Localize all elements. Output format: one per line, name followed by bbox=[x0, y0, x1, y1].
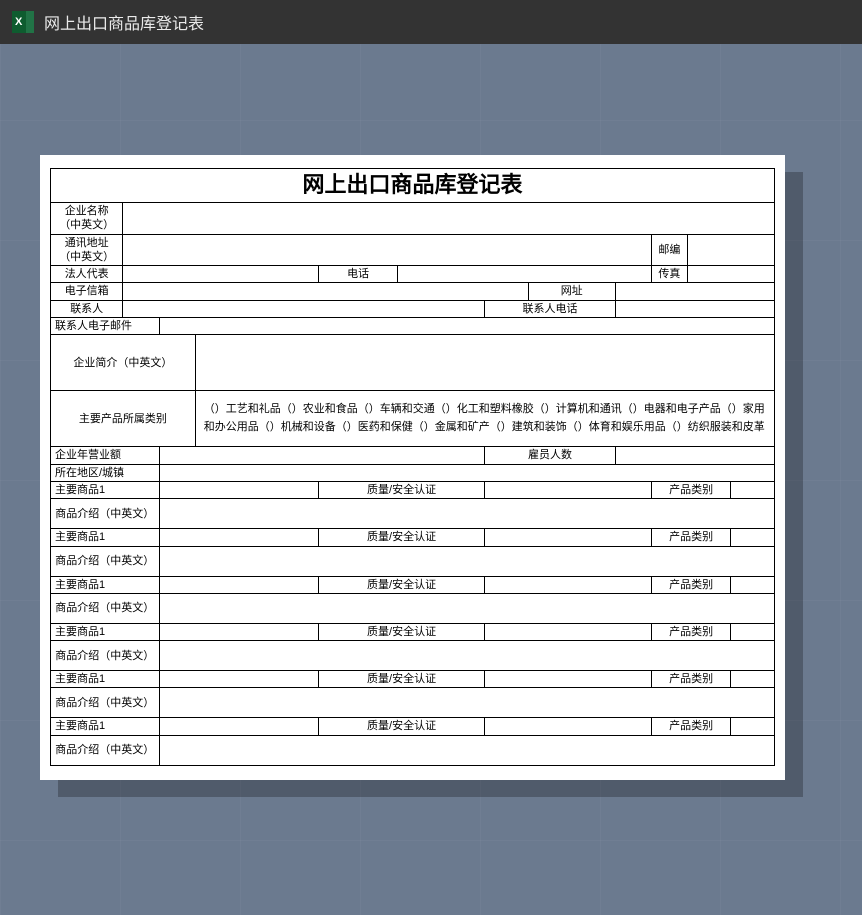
label-contact-phone: 联系人电话 bbox=[485, 300, 615, 317]
field-fax bbox=[688, 266, 775, 283]
label-prod-category-1: 产品类别 bbox=[651, 481, 731, 498]
label-main-product-3: 主要商品1 bbox=[51, 576, 160, 593]
label-product-intro-3: 商品介绍（中英文） bbox=[51, 593, 160, 623]
field-quality-cert-5 bbox=[485, 671, 652, 688]
field-main-product-6 bbox=[159, 718, 318, 735]
label-postcode: 邮编 bbox=[651, 234, 687, 266]
field-quality-cert-1 bbox=[485, 481, 652, 498]
label-product-intro-5: 商品介绍（中英文） bbox=[51, 688, 160, 718]
label-region: 所在地区/城镇 bbox=[51, 464, 160, 481]
label-phone: 电话 bbox=[318, 266, 398, 283]
label-quality-cert-4: 质量/安全认证 bbox=[318, 623, 485, 640]
field-product-intro-3 bbox=[159, 593, 774, 623]
label-main-product-5: 主要商品1 bbox=[51, 671, 160, 688]
label-contact-email: 联系人电子邮件 bbox=[51, 318, 160, 335]
label-fax: 传真 bbox=[651, 266, 687, 283]
field-prod-category-6 bbox=[731, 718, 775, 735]
label-quality-cert-5: 质量/安全认证 bbox=[318, 671, 485, 688]
label-prod-category-3: 产品类别 bbox=[651, 576, 731, 593]
field-contact bbox=[123, 300, 485, 317]
field-product-intro-4 bbox=[159, 641, 774, 671]
label-product-intro-4: 商品介绍（中英文） bbox=[51, 641, 160, 671]
field-website bbox=[615, 283, 774, 300]
field-quality-cert-3 bbox=[485, 576, 652, 593]
label-website: 网址 bbox=[528, 283, 615, 300]
label-company-profile: 企业简介（中英文） bbox=[51, 335, 196, 391]
label-prod-category-4: 产品类别 bbox=[651, 623, 731, 640]
field-quality-cert-6 bbox=[485, 718, 652, 735]
label-company-name: 企业名称（中英文） bbox=[51, 203, 123, 235]
field-product-category: （）工艺和礼品（）农业和食品（）车辆和交通（）化工和塑料橡胶（）计算机和通讯（）… bbox=[195, 391, 774, 447]
label-main-product-6: 主要商品1 bbox=[51, 718, 160, 735]
field-prod-category-1 bbox=[731, 481, 775, 498]
field-phone bbox=[398, 266, 651, 283]
form-title: 网上出口商品库登记表 bbox=[51, 169, 775, 203]
app-header: 网上出口商品库登记表 bbox=[0, 0, 862, 44]
label-product-intro-1: 商品介绍（中英文） bbox=[51, 499, 160, 529]
field-postcode bbox=[688, 234, 775, 266]
excel-icon bbox=[12, 11, 34, 33]
field-product-intro-2 bbox=[159, 546, 774, 576]
header-title: 网上出口商品库登记表 bbox=[44, 10, 204, 34]
field-main-product-5 bbox=[159, 671, 318, 688]
registration-table: 网上出口商品库登记表 企业名称（中英文） 通讯地址（中英文） 邮编 法人代表 电… bbox=[50, 168, 775, 766]
field-prod-category-4 bbox=[731, 623, 775, 640]
label-prod-category-2: 产品类别 bbox=[651, 529, 731, 546]
field-product-intro-1 bbox=[159, 499, 774, 529]
label-address: 通讯地址（中英文） bbox=[51, 234, 123, 266]
field-employees bbox=[615, 447, 774, 464]
field-product-intro-5 bbox=[159, 688, 774, 718]
field-quality-cert-2 bbox=[485, 529, 652, 546]
field-main-product-3 bbox=[159, 576, 318, 593]
field-prod-category-3 bbox=[731, 576, 775, 593]
field-quality-cert-4 bbox=[485, 623, 652, 640]
label-email: 电子信箱 bbox=[51, 283, 123, 300]
label-product-intro-2: 商品介绍（中英文） bbox=[51, 546, 160, 576]
label-quality-cert-3: 质量/安全认证 bbox=[318, 576, 485, 593]
field-main-product-4 bbox=[159, 623, 318, 640]
field-product-intro-6 bbox=[159, 735, 774, 765]
field-prod-category-2 bbox=[731, 529, 775, 546]
label-prod-category-6: 产品类别 bbox=[651, 718, 731, 735]
field-region bbox=[159, 464, 774, 481]
field-company-profile bbox=[195, 335, 774, 391]
field-annual-revenue bbox=[159, 447, 485, 464]
field-prod-category-5 bbox=[731, 671, 775, 688]
field-email bbox=[123, 283, 528, 300]
field-main-product-2 bbox=[159, 529, 318, 546]
label-product-category: 主要产品所属类别 bbox=[51, 391, 196, 447]
label-main-product-1: 主要商品1 bbox=[51, 481, 160, 498]
document-preview: 网上出口商品库登记表 企业名称（中英文） 通讯地址（中英文） 邮编 法人代表 电… bbox=[40, 155, 785, 780]
label-prod-category-5: 产品类别 bbox=[651, 671, 731, 688]
label-main-product-2: 主要商品1 bbox=[51, 529, 160, 546]
field-address bbox=[123, 234, 651, 266]
label-quality-cert-1: 质量/安全认证 bbox=[318, 481, 485, 498]
field-contact-phone bbox=[615, 300, 774, 317]
field-contact-email bbox=[159, 318, 774, 335]
field-main-product-1 bbox=[159, 481, 318, 498]
label-product-intro-6: 商品介绍（中英文） bbox=[51, 735, 160, 765]
label-annual-revenue: 企业年营业额 bbox=[51, 447, 160, 464]
label-employees: 雇员人数 bbox=[485, 447, 615, 464]
field-company-name bbox=[123, 203, 775, 235]
label-quality-cert-6: 质量/安全认证 bbox=[318, 718, 485, 735]
field-legal-rep bbox=[123, 266, 318, 283]
label-contact: 联系人 bbox=[51, 300, 123, 317]
label-quality-cert-2: 质量/安全认证 bbox=[318, 529, 485, 546]
label-legal-rep: 法人代表 bbox=[51, 266, 123, 283]
label-main-product-4: 主要商品1 bbox=[51, 623, 160, 640]
